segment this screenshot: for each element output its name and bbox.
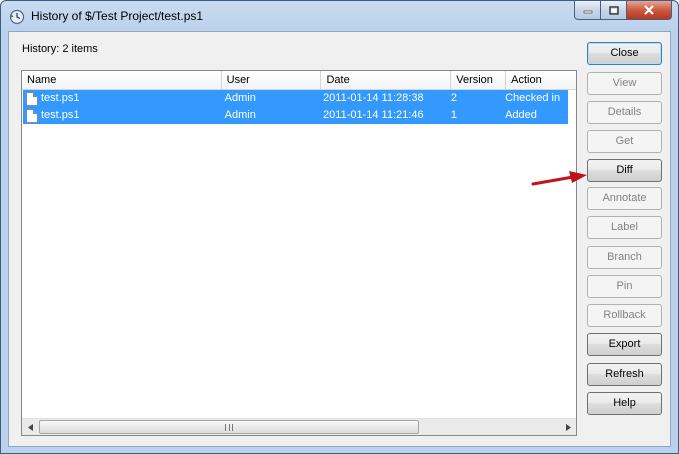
- annotate-button[interactable]: Annotate: [587, 187, 662, 210]
- close-icon: [644, 5, 654, 15]
- rollback-button[interactable]: Rollback: [587, 304, 662, 327]
- arrow-right-icon: [565, 423, 571, 431]
- list-rows: test.ps1 Admin 2011-01-14 11:28:38 2 Che…: [23, 90, 568, 124]
- red-arrow-annotation: [531, 171, 587, 186]
- column-header-version[interactable]: Version: [451, 71, 507, 90]
- horizontal-scrollbar[interactable]: [22, 418, 576, 435]
- action-cell: Added: [505, 109, 537, 121]
- user-cell: Admin: [224, 92, 256, 104]
- column-header-action[interactable]: Action: [506, 71, 576, 90]
- file-icon: [26, 108, 38, 123]
- scroll-left-button[interactable]: [22, 419, 39, 435]
- refresh-button[interactable]: Refresh: [587, 363, 662, 386]
- window-title: History of $/Test Project/test.ps1: [31, 9, 204, 23]
- help-button[interactable]: Help: [587, 392, 662, 415]
- details-button[interactable]: Details: [587, 101, 662, 124]
- label-button[interactable]: Label: [587, 216, 662, 239]
- column-header-user[interactable]: User: [222, 71, 322, 90]
- history-count-label: History: 2 items: [22, 43, 98, 55]
- diff-button[interactable]: Diff: [587, 159, 662, 182]
- file-icon: [26, 91, 38, 106]
- title-bar[interactable]: History of $/Test Project/test.ps1: [1, 1, 678, 31]
- dialog-client-area: History: 2 items Name User Date Version …: [8, 31, 671, 447]
- caption-buttons: [574, 1, 672, 21]
- table-row[interactable]: test.ps1 Admin 2011-01-14 11:28:38 2 Che…: [23, 90, 568, 107]
- user-cell: Admin: [224, 109, 256, 121]
- view-button[interactable]: View: [587, 72, 662, 95]
- column-header-date[interactable]: Date: [321, 71, 452, 90]
- maximize-icon: [608, 5, 619, 15]
- version-cell: 1: [450, 109, 458, 121]
- scrollbar-thumb[interactable]: [39, 420, 419, 434]
- name-cell: test.ps1: [23, 90, 219, 107]
- history-icon: [9, 9, 25, 25]
- date-cell: 2011-01-14 11:28:38: [323, 92, 424, 104]
- pin-button[interactable]: Pin: [587, 275, 662, 298]
- export-button[interactable]: Export: [587, 333, 662, 356]
- version-cell: 2: [450, 92, 458, 104]
- file-name: test.ps1: [41, 92, 80, 104]
- scroll-grip-icon: [225, 424, 233, 431]
- get-button[interactable]: Get: [587, 130, 662, 153]
- branch-button[interactable]: Branch: [587, 246, 662, 269]
- minimize-icon: [583, 10, 592, 14]
- history-window: History of $/Test Project/test.ps1 Histo…: [0, 0, 679, 454]
- maximize-button[interactable]: [601, 1, 627, 20]
- table-row[interactable]: test.ps1 Admin 2011-01-14 11:21:46 1 Add…: [23, 107, 568, 124]
- date-cell: 2011-01-14 11:21:46: [323, 109, 424, 121]
- list-header: Name User Date Version Action: [22, 71, 576, 90]
- minimize-button[interactable]: [574, 1, 601, 20]
- scroll-right-button[interactable]: [559, 419, 576, 435]
- arrow-left-icon: [27, 423, 33, 431]
- file-name: test.ps1: [41, 109, 80, 121]
- history-list[interactable]: Name User Date Version Action test.ps1 A…: [21, 70, 577, 436]
- column-header-name[interactable]: Name: [22, 71, 222, 90]
- close-window-button[interactable]: [627, 1, 672, 20]
- action-cell: Checked in: [505, 92, 561, 104]
- close-button[interactable]: Close: [587, 42, 662, 65]
- name-cell: test.ps1: [23, 107, 219, 124]
